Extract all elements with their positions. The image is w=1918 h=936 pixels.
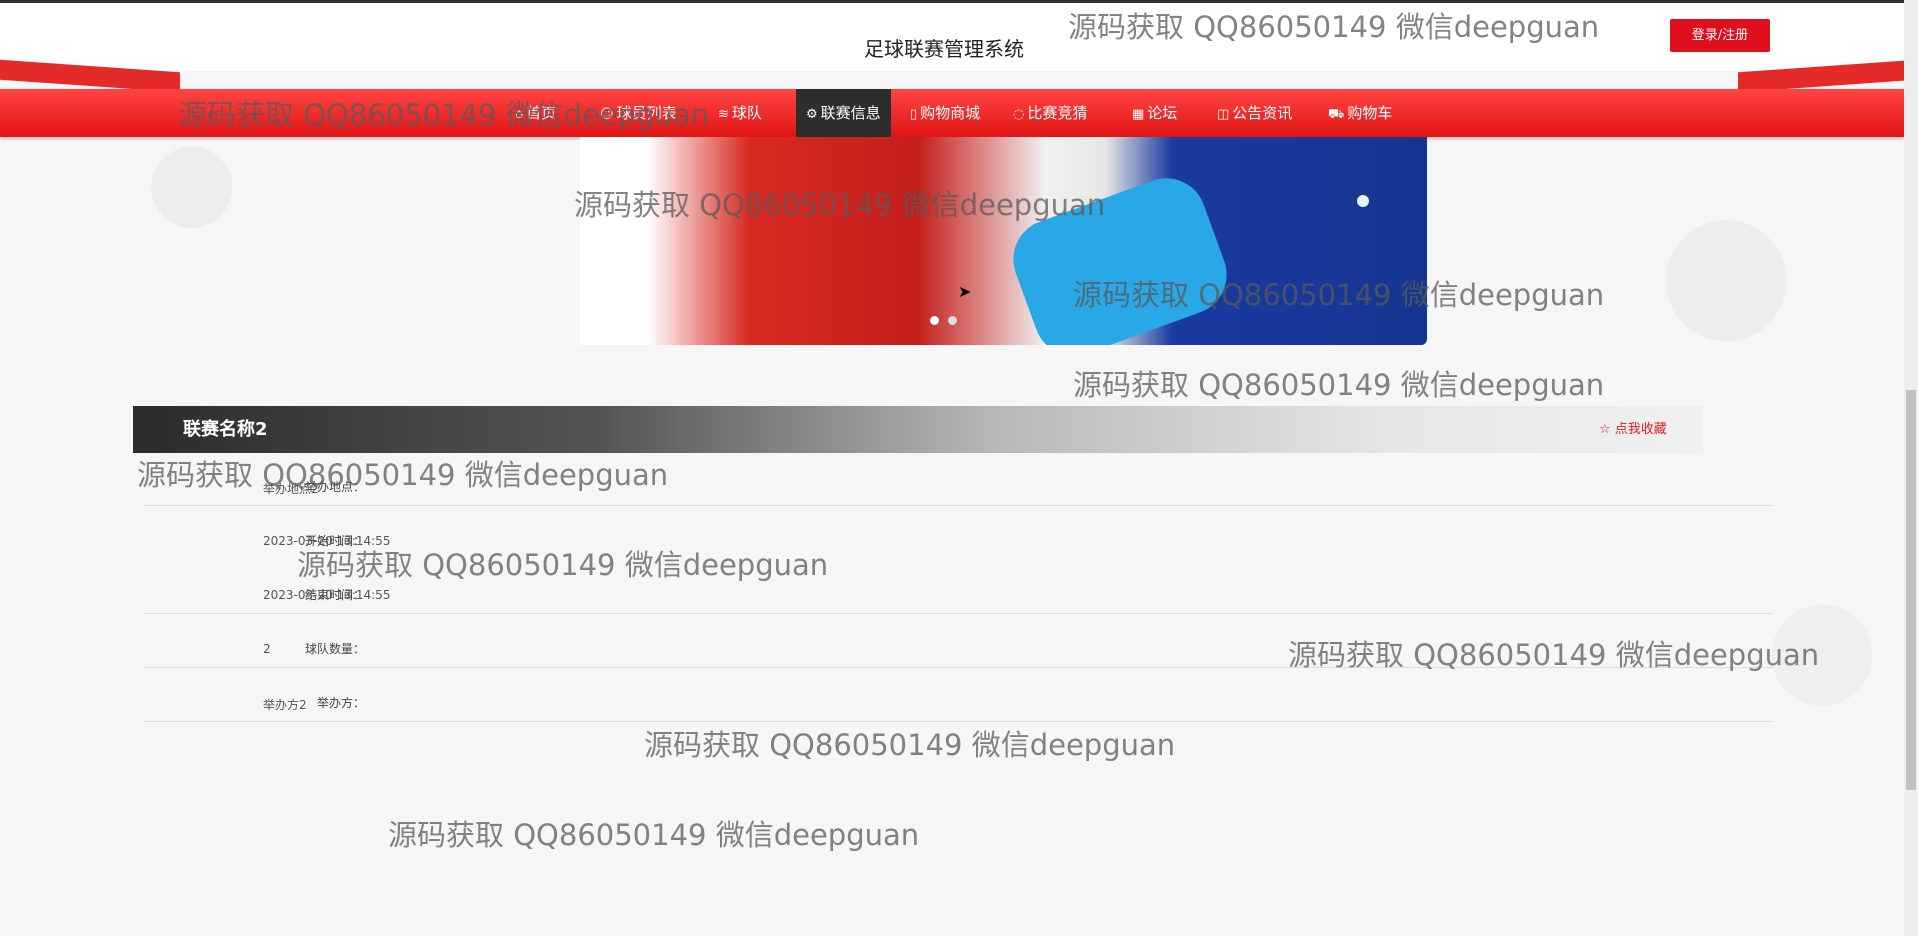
league-name: 联赛名称2	[183, 419, 268, 440]
team-count-value: 2	[263, 642, 271, 656]
watermark: 源码获取 QQ86050149 微信deepguan	[644, 728, 1176, 762]
gear-icon: ⚙	[806, 107, 818, 122]
nav-item-cart[interactable]: ⛟ 购物车	[1328, 89, 1392, 137]
end-time-value: 2023-03-20 13:14:55	[263, 588, 391, 602]
nav-item-league-info[interactable]: ⚙ 联赛信息	[796, 89, 891, 137]
watermark: 源码获取 QQ86050149 微信deepguan	[388, 818, 920, 852]
nav-item-shop[interactable]: ▯ 购物商城	[910, 89, 980, 137]
site-title: 足球联赛管理系统	[864, 37, 1024, 61]
nav-item-forum[interactable]: ▦ 论坛	[1132, 89, 1177, 137]
nav-item-teams[interactable]: ≋ 球队	[718, 89, 762, 137]
carousel-dot-1[interactable]	[930, 316, 939, 325]
mouse-cursor: ➤	[958, 282, 972, 301]
login-button[interactable]: 登录/注册	[1670, 19, 1770, 52]
watermark: 源码获取 QQ86050149 微信deepguan	[178, 98, 710, 132]
layers-icon: ≋	[718, 107, 729, 122]
watermark: 源码获取 QQ86050149 微信deepguan	[297, 548, 829, 582]
league-title-bar: 联赛名称2 ☆ 点我收藏	[133, 406, 1703, 453]
doc-icon: ▯	[910, 107, 918, 122]
favorite-button[interactable]: ☆ 点我收藏	[1599, 406, 1667, 453]
cart-icon: ⛟	[1328, 107, 1345, 122]
megaphone-icon: ◫	[1217, 107, 1230, 122]
watermark: 源码获取 QQ86050149 微信deepguan	[1073, 278, 1605, 312]
organizer-label: 举办方：	[316, 696, 365, 710]
building-icon: ▦	[1132, 107, 1145, 122]
watermark: 源码获取 QQ86050149 微信deepguan	[137, 458, 669, 492]
nav-item-betting[interactable]: ◌ 比赛竞猜	[1013, 89, 1087, 137]
team-count-label: 球队数量：	[304, 642, 365, 656]
scrollbar-thumb[interactable]	[1906, 390, 1916, 790]
carousel-dot-2[interactable]	[948, 316, 957, 325]
watermark: 源码获取 QQ86050149 微信deepguan	[574, 188, 1106, 222]
watermark: 源码获取 QQ86050149 微信deepguan	[1288, 638, 1820, 672]
watermark: 源码获取 QQ86050149 微信deepguan	[1073, 368, 1605, 402]
organizer-value: 举办方2	[263, 698, 307, 712]
banner-decoration	[1357, 195, 1369, 207]
star-icon: ☆	[1599, 422, 1611, 437]
divider	[143, 505, 1773, 506]
info-row-end-time: 结束时间： 2023-03-20 13:14:55	[133, 586, 1773, 638]
watermark: 源码获取 QQ86050149 微信deepguan	[1068, 10, 1600, 44]
divider	[143, 613, 1773, 614]
circle-icon: ◌	[1013, 107, 1025, 122]
nav-item-news[interactable]: ◫ 公告资讯	[1217, 89, 1292, 137]
